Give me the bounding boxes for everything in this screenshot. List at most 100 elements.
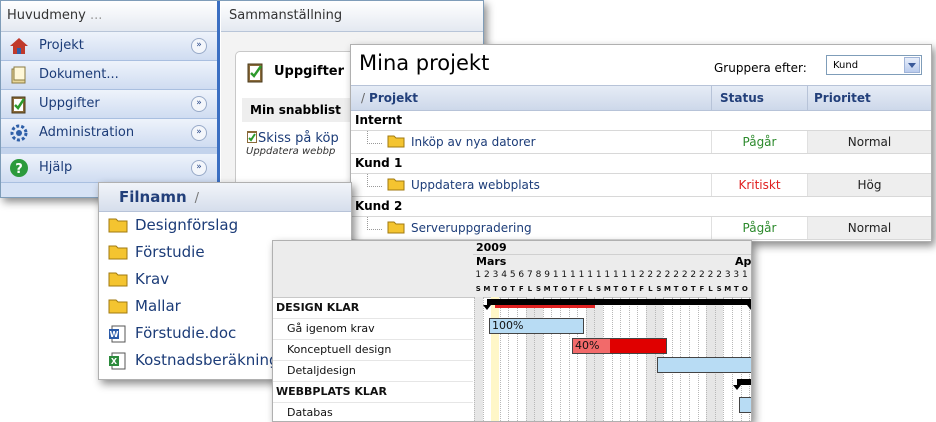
group-header[interactable]: Kund 1 — [351, 154, 931, 174]
project-name: Serveruppgradering — [411, 221, 532, 235]
gantt-weekday: T — [493, 285, 498, 293]
main-menu-title: Huvudmeny — [7, 8, 86, 23]
chevron-down-icon[interactable]: » — [191, 160, 207, 176]
gantt-day-number: 2 — [749, 269, 752, 282]
gantt-task-row[interactable]: Databas — [273, 403, 473, 421]
gantt-day-number: 5 — [509, 270, 516, 280]
file-name: Förstudie.doc — [135, 324, 237, 342]
gantt-task-bar[interactable] — [657, 357, 751, 373]
group-header[interactable]: Internt — [351, 111, 931, 131]
gantt-day-number: 2 — [647, 270, 654, 280]
gantt-day-number: 2 — [673, 270, 679, 280]
column-header-project[interactable]: / Projekt — [351, 86, 711, 110]
gantt-task-row[interactable]: Detaljdesign — [273, 361, 473, 382]
gantt-day-number: 3 — [733, 270, 740, 280]
table-row[interactable]: Inköp av nya datorer Pågår Normal — [351, 131, 931, 154]
gantt-day-number: 2 — [707, 270, 714, 280]
gantt-task-bar[interactable]: 100% — [489, 318, 584, 334]
gantt-day-number: 2 — [638, 270, 645, 280]
gantt-weekday: S — [596, 285, 602, 293]
sidebar-item-label: Uppgifter — [39, 96, 100, 111]
status-cell: Kritiskt — [711, 174, 807, 196]
gantt-grid-line — [534, 297, 536, 421]
gantt-day-number: 1 — [570, 270, 576, 280]
gantt-task-bar[interactable] — [739, 397, 751, 413]
gantt-day-number: 1 — [561, 270, 568, 280]
gantt-day-number: 4 — [501, 270, 507, 280]
gantt-grid-line — [568, 297, 570, 421]
gantt-chart-window: DESIGN KLAR Gå igenom krav Konceptuell d… — [272, 240, 752, 422]
gantt-grid-line — [620, 297, 622, 421]
sidebar-item-dokument[interactable]: Dokument... — [1, 61, 217, 90]
project-cell[interactable]: Uppdatera webbplats — [351, 174, 711, 196]
svg-text:W: W — [110, 330, 119, 339]
chevron-down-icon[interactable] — [904, 57, 920, 73]
gantt-day-number: 2 — [656, 270, 662, 280]
gantt-grid-line — [577, 297, 579, 421]
gantt-task-row[interactable]: Konceptuell design — [273, 340, 473, 361]
gantt-summary-row[interactable]: DESIGN KLAR — [273, 298, 473, 319]
gantt-weekday: S — [535, 285, 541, 293]
file-item[interactable]: Designförslag — [99, 212, 351, 239]
column-label: Filnamn — [119, 188, 187, 206]
file-name: Förstudie — [135, 243, 205, 261]
group-header[interactable]: Kund 2 — [351, 197, 931, 217]
tree-connector — [367, 217, 382, 230]
gantt-weekday: L — [648, 285, 653, 293]
gantt-day-number: 1 — [613, 270, 619, 280]
sidebar-item-label: Hjälp — [39, 160, 73, 175]
gantt-weekday: O — [741, 285, 748, 293]
gantt-weekend-column — [646, 297, 655, 421]
chevron-down-icon[interactable]: » — [191, 96, 207, 112]
gantt-grid-line — [654, 297, 656, 421]
gantt-weekday: T — [733, 285, 739, 293]
gantt-day-number: 2 — [716, 270, 722, 280]
clipboard-check-icon — [247, 131, 257, 143]
folder-icon — [108, 299, 128, 314]
gantt-weekday: S — [656, 285, 662, 293]
gantt-weekday: T — [690, 285, 696, 293]
column-header-priority[interactable]: Prioritet — [807, 86, 931, 110]
gantt-day-number: 2 — [664, 270, 671, 280]
sidebar-item-projekt[interactable]: Projekt » — [1, 32, 217, 61]
gantt-weekday: O — [561, 285, 568, 293]
folder-icon — [108, 272, 128, 287]
gantt-weekdays: SMTOTFLSMTOTFLSMTOTFLSMTOTFLSMTOT — [473, 282, 751, 298]
gantt-weekday: L — [708, 285, 713, 293]
table-row[interactable]: Uppdatera webbplats Kritiskt Hög — [351, 174, 931, 197]
file-name: Mallar — [135, 297, 181, 315]
my-projects-window: Mina projekt Gruppera efter: Kund / Proje… — [350, 44, 932, 242]
gantt-weekend-column — [594, 297, 603, 421]
chevron-down-icon[interactable]: » — [191, 38, 207, 54]
gantt-summary-row[interactable]: WEBBPLATS KLAR — [273, 382, 473, 403]
column-header-filename[interactable]: Filnamn / — [99, 183, 351, 212]
tree-connector — [367, 131, 382, 144]
gantt-grid-line — [525, 297, 527, 421]
clipboard-check-icon — [11, 96, 26, 114]
sidebar-item-uppgifter[interactable]: Uppgifter » — [1, 90, 217, 119]
gantt-task-bar[interactable]: 40% — [572, 338, 667, 354]
gantt-day-number: 9 — [544, 270, 550, 280]
table-row[interactable]: Serveruppgradering Pågår Normal — [351, 217, 931, 240]
group-by-select[interactable]: Kund — [826, 55, 922, 75]
project-cell[interactable]: Serveruppgradering — [351, 217, 711, 239]
summary-header: Sammanställning — [221, 1, 483, 32]
project-name: Inköp av nya datorer — [411, 135, 536, 149]
gantt-weekday: L — [587, 285, 593, 293]
svg-text:X: X — [111, 357, 118, 366]
sidebar-item-hjalp[interactable]: ? Hjälp » — [1, 154, 217, 183]
gantt-weekday: O — [621, 285, 628, 293]
gantt-month-row: Mars Ap — [473, 255, 751, 270]
column-header-status[interactable]: Status — [711, 86, 807, 110]
gantt-grid-line — [542, 297, 544, 421]
gantt-task-row[interactable]: Gå igenom krav — [273, 319, 473, 340]
project-cell[interactable]: Inköp av nya datorer — [351, 131, 711, 153]
sidebar-item-label: Dokument... — [39, 67, 119, 82]
sidebar-item-administration[interactable]: Administration » — [1, 119, 217, 148]
task-link-label: Skiss på köp — [258, 131, 339, 146]
chevron-down-icon[interactable]: » — [191, 125, 207, 141]
gantt-weekday: T — [673, 285, 679, 293]
gantt-grid-line — [508, 297, 510, 421]
gantt-grid-line — [474, 297, 475, 421]
gantt-summary-bar[interactable] — [733, 379, 751, 390]
